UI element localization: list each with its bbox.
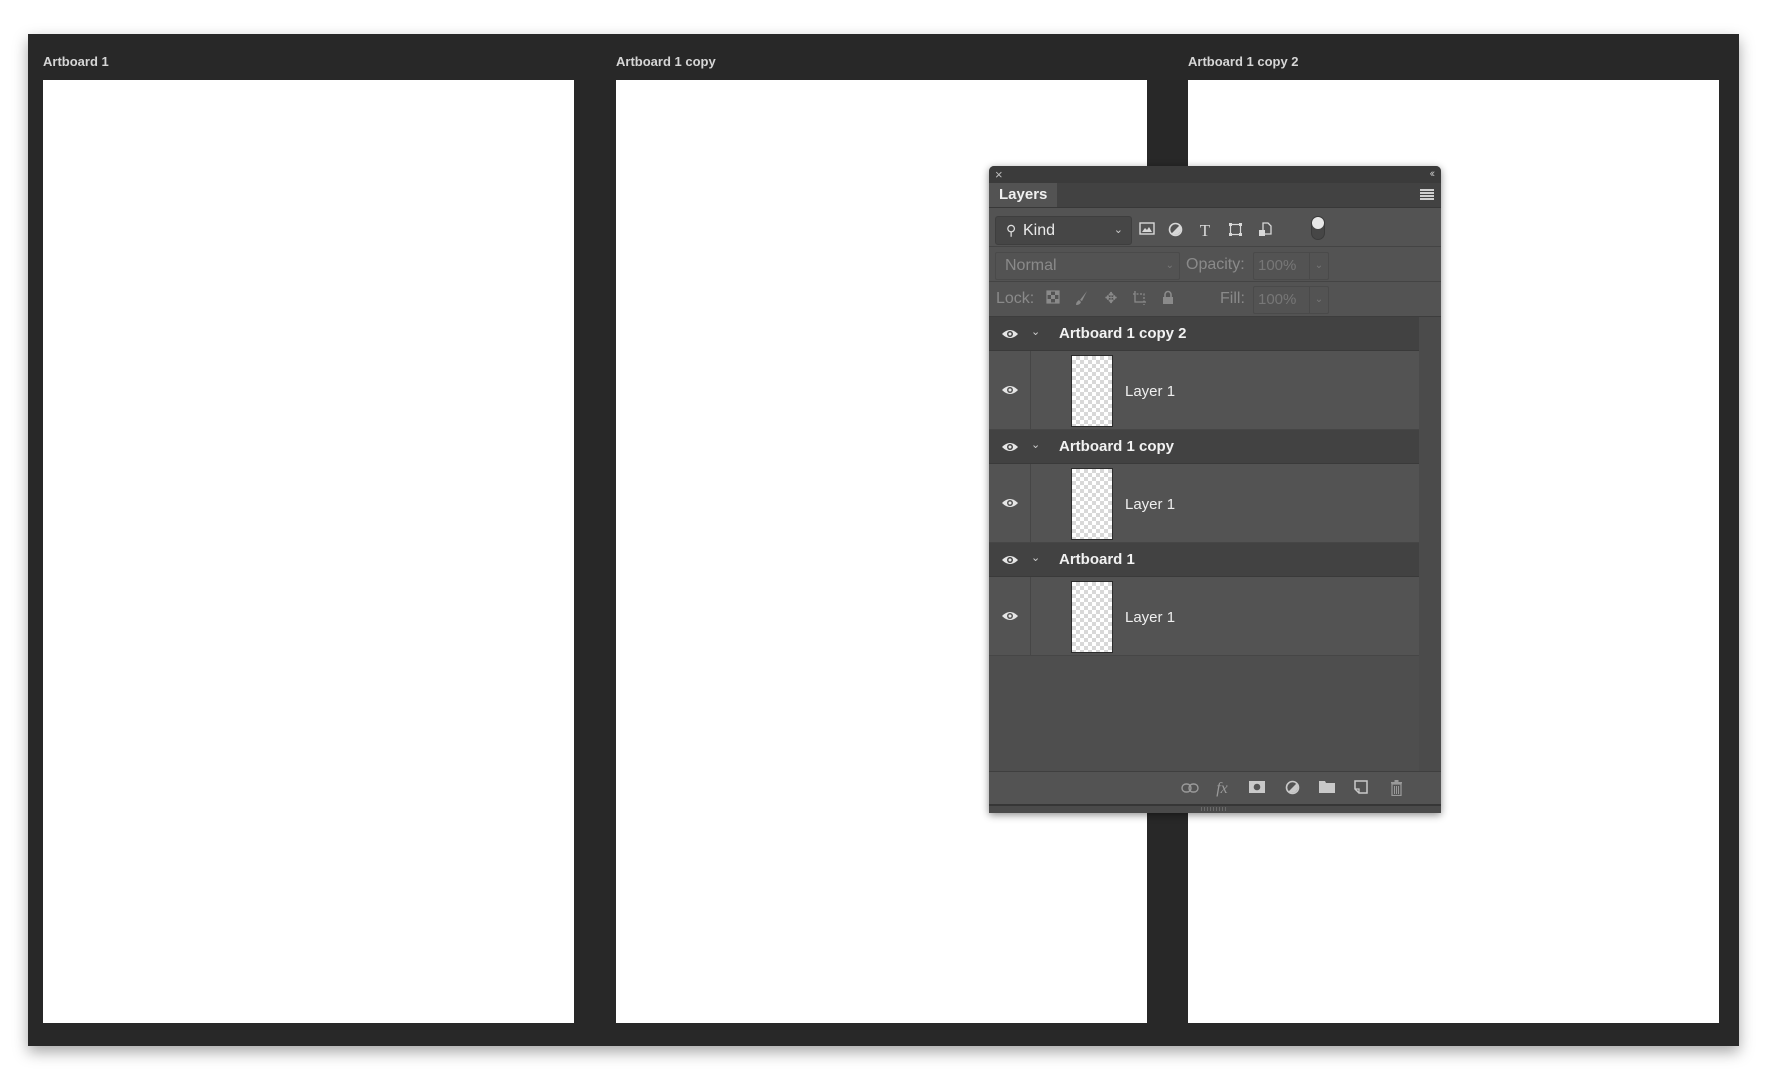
artboard-1[interactable] — [43, 80, 574, 1023]
layer-name: Layer 1 — [1125, 496, 1176, 513]
layers-scrollbar[interactable] — [1419, 317, 1441, 771]
layers-list: ⌄ Artboard 1 copy 2 Layer 1 ⌄ Artboard 1… — [989, 317, 1419, 771]
artboard-label-2[interactable]: Artboard 1 copy — [616, 54, 716, 69]
filter-toggle[interactable] — [1311, 216, 1325, 240]
layer-thumbnail — [1071, 581, 1113, 653]
canvas-workspace: Artboard 1 Artboard 1 copy Artboard 1 co… — [28, 34, 1739, 1046]
chevron-down-icon[interactable]: ⌄ — [1031, 438, 1040, 451]
smart-object-filter-icon[interactable] — [1256, 222, 1274, 240]
group-name: Artboard 1 copy 2 — [1059, 325, 1187, 342]
opacity-value: 100% — [1258, 257, 1297, 274]
eye-icon[interactable] — [1001, 441, 1019, 453]
chevron-down-icon: ⌄ — [1165, 260, 1174, 271]
lock-label: Lock: — [996, 290, 1035, 307]
adjustment-layer-filter-icon[interactable] — [1166, 222, 1184, 240]
fill-label: Fill: — [1220, 290, 1245, 307]
layer-name: Layer 1 — [1125, 383, 1176, 400]
lock-transparent-pixels-icon[interactable] — [1044, 290, 1062, 308]
fill-input[interactable]: 100% ⌄ — [1253, 286, 1329, 314]
new-adjustment-icon[interactable] — [1282, 780, 1302, 798]
layer-row[interactable]: Layer 1 — [989, 351, 1419, 430]
divider — [1030, 464, 1031, 542]
layers-panel: × ‹‹ Layers ⚲ Kind ⌄ T Normal ⌄ Opacity:… — [989, 166, 1441, 813]
panel-resize-handle[interactable] — [989, 804, 1441, 813]
artboard-group-row[interactable]: ⌄ Artboard 1 copy 2 — [989, 317, 1419, 351]
lock-artboard-icon[interactable] — [1131, 290, 1149, 308]
layer-thumbnail — [1071, 355, 1113, 427]
opacity-label: Opacity: — [1186, 256, 1245, 273]
panel-titlebar[interactable]: × ‹‹ — [989, 166, 1441, 183]
divider — [1030, 577, 1031, 655]
eye-icon[interactable] — [1001, 497, 1019, 509]
artboard-label-3[interactable]: Artboard 1 copy 2 — [1188, 54, 1299, 69]
eye-icon[interactable] — [1001, 610, 1019, 622]
chevron-down-icon[interactable]: ⌄ — [1031, 551, 1040, 564]
artboard-group-row[interactable]: ⌄ Artboard 1 — [989, 543, 1419, 577]
lock-image-pixels-icon[interactable] — [1073, 290, 1091, 308]
add-mask-icon[interactable] — [1247, 780, 1267, 798]
filter-kind-label: Kind — [1023, 222, 1056, 239]
panel-tab-row: Layers — [989, 183, 1441, 208]
layer-row[interactable]: Layer 1 — [989, 577, 1419, 656]
blend-row: Normal ⌄ Opacity: 100% ⌄ — [989, 247, 1441, 282]
chevron-down-icon[interactable]: ⌄ — [1309, 253, 1328, 279]
chevron-down-icon[interactable]: ⌄ — [1309, 287, 1328, 313]
eye-icon[interactable] — [1001, 554, 1019, 566]
opacity-input[interactable]: 100% ⌄ — [1253, 252, 1329, 280]
group-name: Artboard 1 copy — [1059, 438, 1175, 455]
type-layer-filter-icon[interactable]: T — [1196, 222, 1214, 240]
collapse-icon[interactable]: ‹‹ — [1430, 166, 1436, 182]
new-group-icon[interactable] — [1317, 780, 1337, 798]
layer-row[interactable]: Layer 1 — [989, 464, 1419, 543]
blend-mode-value: Normal — [1005, 257, 1057, 274]
tab-layers[interactable]: Layers — [989, 183, 1058, 207]
grip-icon — [1201, 807, 1227, 811]
filter-kind-dropdown[interactable]: ⚲ Kind ⌄ — [995, 216, 1132, 245]
blend-mode-dropdown[interactable]: Normal ⌄ — [995, 252, 1180, 280]
new-layer-icon[interactable] — [1351, 780, 1371, 798]
lock-all-icon[interactable] — [1159, 290, 1177, 308]
artboard-label-1[interactable]: Artboard 1 — [43, 54, 109, 69]
delete-layer-icon[interactable] — [1386, 780, 1406, 798]
fx-icon[interactable]: fx — [1212, 780, 1232, 798]
panel-footer: fx — [989, 771, 1441, 805]
chevron-down-icon: ⌄ — [1113, 224, 1123, 236]
layer-thumbnail — [1071, 468, 1113, 540]
divider — [1030, 351, 1031, 429]
lock-row: Lock: ✥ Fill: 100% ⌄ — [989, 282, 1441, 317]
filter-row: ⚲ Kind ⌄ T — [989, 208, 1441, 247]
link-layers-icon[interactable] — [1180, 780, 1200, 798]
group-name: Artboard 1 — [1059, 551, 1135, 568]
layer-name: Layer 1 — [1125, 609, 1176, 626]
chevron-down-icon[interactable]: ⌄ — [1031, 325, 1040, 338]
lock-position-icon[interactable]: ✥ — [1102, 290, 1120, 308]
artboard-group-row[interactable]: ⌄ Artboard 1 copy — [989, 430, 1419, 464]
eye-icon[interactable] — [1001, 328, 1019, 340]
panel-menu-icon[interactable] — [1420, 189, 1434, 200]
fill-value: 100% — [1258, 291, 1297, 308]
pixel-layer-filter-icon[interactable] — [1138, 222, 1156, 240]
search-icon: ⚲ — [1006, 222, 1017, 238]
close-icon[interactable]: × — [995, 166, 1003, 183]
eye-icon[interactable] — [1001, 384, 1019, 396]
shape-layer-filter-icon[interactable] — [1226, 222, 1244, 240]
